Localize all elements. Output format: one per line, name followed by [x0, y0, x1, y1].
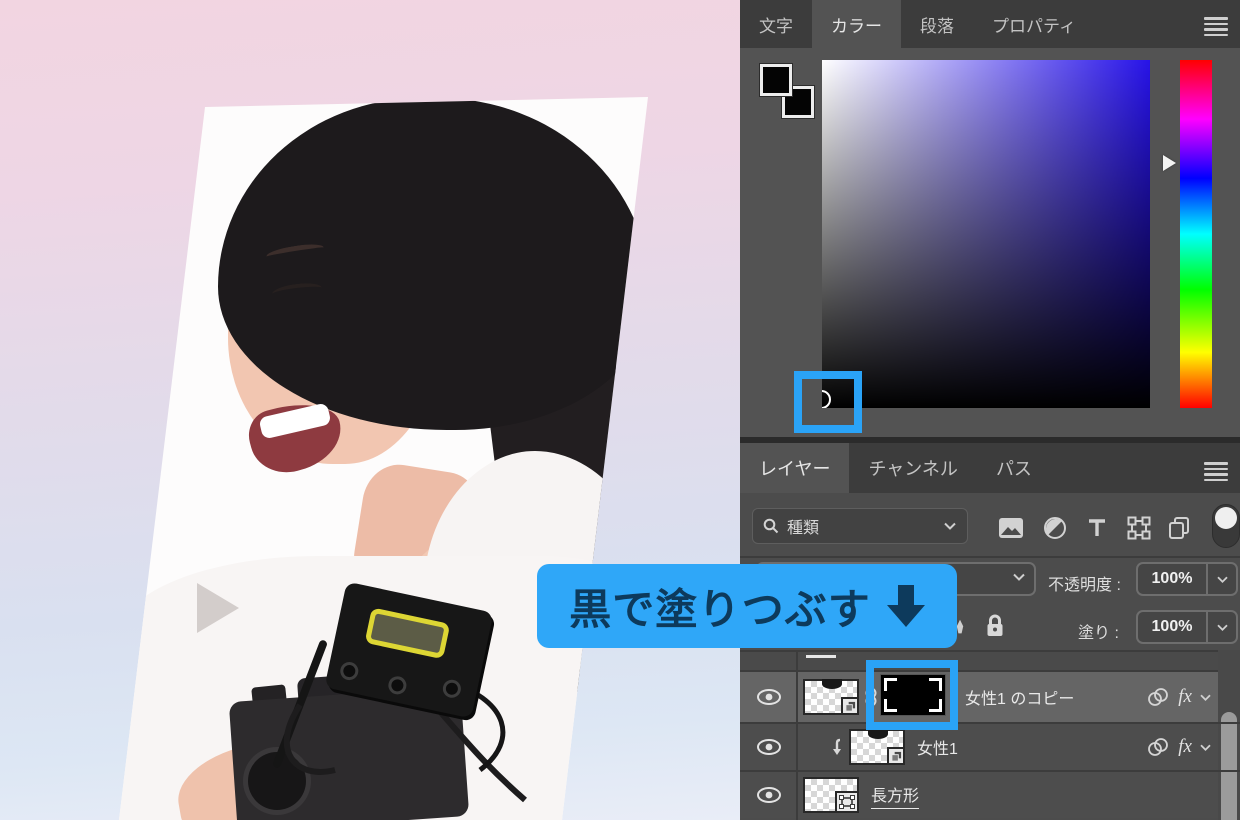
layer-fx-cluster[interactable]: fx [1145, 686, 1218, 708]
tab-layers[interactable]: レイヤー [740, 443, 850, 493]
mic-jack [338, 660, 360, 682]
hue-slider-pointer[interactable] [1163, 155, 1176, 171]
eye-icon [756, 689, 781, 705]
hue-strip[interactable] [1180, 60, 1212, 408]
mask-selected-corner [884, 699, 897, 712]
layer-name[interactable]: 女性1 [917, 735, 958, 759]
callout-fill-with-black: 黒で塗りつぶす [537, 564, 957, 648]
vector-shape-badge-icon [835, 791, 859, 813]
layer-filter-kind-dropdown[interactable]: 種類 [752, 508, 968, 544]
type-filter-icon[interactable] [1082, 513, 1112, 543]
visibility-toggle[interactable] [740, 738, 797, 756]
tab-channels[interactable]: チャンネル [849, 443, 976, 493]
clipping-arrow-icon [833, 738, 841, 755]
mic-receiver-lcd [364, 607, 451, 660]
visibility-toggle[interactable] [740, 786, 797, 804]
divider [796, 650, 798, 820]
eye-icon [756, 787, 781, 803]
fill-value[interactable]: 100% [1138, 612, 1206, 642]
image-filter-icon[interactable] [996, 513, 1026, 543]
foreground-color-swatch[interactable] [760, 64, 792, 96]
adjustment-filter-icon[interactable] [1040, 513, 1070, 543]
thumbnail-content [822, 679, 842, 689]
eye-icon [756, 739, 781, 755]
layer-thumbnail[interactable] [849, 729, 905, 765]
mask-selected-corner [929, 678, 942, 691]
panel-menu-icon[interactable] [1204, 462, 1228, 484]
photoshop-window: 文字 カラー 段落 プロパティ レイヤー チャンネル パス 種類 不透明度: … [0, 0, 1240, 820]
canvas-area[interactable] [0, 0, 740, 820]
smart-object-badge-icon [841, 697, 859, 715]
layer-row-partial[interactable] [740, 652, 1218, 670]
layer-name[interactable]: 女性1 のコピー [965, 685, 1074, 709]
chevron-down-icon[interactable] [1199, 693, 1212, 702]
smart-object-filter-icon[interactable] [1164, 513, 1194, 543]
chevron-down-icon[interactable] [1206, 564, 1236, 594]
scrollbar-thumb[interactable] [1221, 712, 1237, 820]
layer-name[interactable]: 長方形 [871, 782, 920, 809]
chevron-down-icon[interactable] [1206, 612, 1236, 642]
chevron-down-icon [1013, 573, 1025, 581]
tab-paths[interactable]: パス [977, 443, 1051, 493]
blend-circles-icon [1148, 738, 1169, 756]
mask-selected-corner [884, 678, 897, 691]
tab-character[interactable]: 文字 [740, 0, 812, 48]
chevron-down-icon [944, 522, 956, 530]
tab-properties[interactable]: プロパティ [973, 0, 1095, 48]
down-arrow-icon [886, 585, 925, 627]
artboard-photo[interactable] [119, 97, 648, 820]
woman-hair [218, 98, 648, 430]
search-icon [763, 518, 779, 534]
opacity-label: 不透明度 : [1048, 577, 1121, 594]
lock-all-icon[interactable] [980, 611, 1010, 641]
fill-input[interactable]: 100% [1136, 610, 1238, 644]
color-panel-tabbar: 文字 カラー 段落 プロパティ [740, 0, 1240, 48]
mask-selected-corner [929, 699, 942, 712]
layer-thumbnail[interactable] [803, 777, 859, 813]
highlight-box-color-picker [794, 371, 862, 433]
thumbnail-content [868, 729, 888, 739]
smart-object-badge-icon [887, 747, 905, 765]
layer-row-woman1-copy[interactable]: 女性1 のコピー fx [740, 672, 1218, 722]
filter-toggle-knob[interactable] [1215, 507, 1237, 529]
mic-jack [441, 678, 463, 700]
shirt-fold-shadow [197, 583, 239, 633]
fx-badge[interactable]: fx [1178, 736, 1192, 758]
tab-color[interactable]: カラー [812, 0, 901, 48]
opacity-value[interactable]: 100% [1138, 564, 1206, 594]
layer-row-rectangle[interactable]: 長方形 [740, 772, 1218, 818]
partial-row-mark [806, 655, 836, 658]
mic-jack [386, 674, 409, 697]
fill-label: 塗り : [1078, 625, 1119, 642]
layer-mask-thumbnail[interactable] [880, 674, 946, 716]
color-field[interactable] [822, 60, 1150, 408]
fx-badge[interactable]: fx [1178, 686, 1192, 708]
shape-filter-icon[interactable] [1124, 513, 1154, 543]
layer-fx-cluster[interactable]: fx [1145, 736, 1218, 758]
filter-kind-label: 種類 [787, 520, 820, 537]
callout-label: 黒で塗りつぶす [569, 585, 871, 633]
blend-circles-icon [1148, 688, 1169, 706]
divider [740, 556, 1240, 558]
layers-panel-tabbar: レイヤー チャンネル パス [740, 443, 1240, 493]
chevron-down-icon[interactable] [1199, 743, 1212, 752]
visibility-toggle[interactable] [740, 688, 797, 706]
tab-paragraph[interactable]: 段落 [901, 0, 973, 48]
panel-menu-icon[interactable] [1204, 17, 1228, 39]
opacity-input[interactable]: 100% [1136, 562, 1238, 596]
layer-row-woman1[interactable]: 女性1 fx [740, 724, 1218, 770]
layer-thumbnail[interactable] [803, 679, 859, 715]
